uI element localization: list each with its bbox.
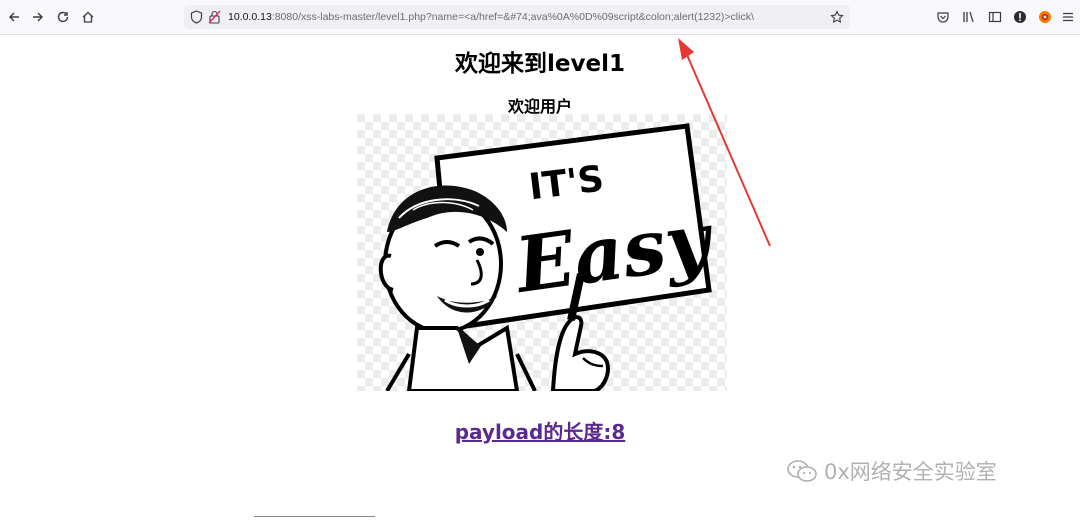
library-icon[interactable] (958, 6, 980, 28)
wechat-icon (786, 458, 818, 484)
url-text[interactable]: 10.0.0.13:8080/xss-labs-master/level1.ph… (228, 5, 818, 29)
reload-icon[interactable] (52, 6, 74, 28)
watermark: 0x网络安全实验室 (786, 456, 997, 486)
insecure-lock-icon[interactable] (208, 10, 221, 29)
bookmark-star-icon[interactable] (830, 10, 844, 29)
forward-icon[interactable] (27, 6, 49, 28)
home-icon[interactable] (77, 6, 99, 28)
page-title: 欢迎来到level1 (455, 51, 625, 77)
menu-icon[interactable] (1057, 6, 1079, 28)
back-icon[interactable] (3, 6, 25, 28)
extension-icon[interactable] (1034, 6, 1056, 28)
partial-input-box[interactable] (254, 516, 375, 520)
pocket-icon[interactable] (932, 6, 954, 28)
watermark-text: 0x网络安全实验室 (824, 460, 997, 484)
extension-info-icon[interactable] (1009, 6, 1031, 28)
payload-length-link[interactable]: payload的长度:8 (0, 416, 1080, 445)
browser-toolbar: 10.0.0.13:8080/xss-labs-master/level1.ph… (0, 0, 1080, 35)
annotation-arrow (678, 38, 771, 247)
sidebar-icon[interactable] (984, 6, 1006, 28)
shield-icon[interactable] (190, 10, 203, 29)
address-bar[interactable]: 10.0.0.13:8080/xss-labs-master/level1.ph… (184, 5, 850, 29)
